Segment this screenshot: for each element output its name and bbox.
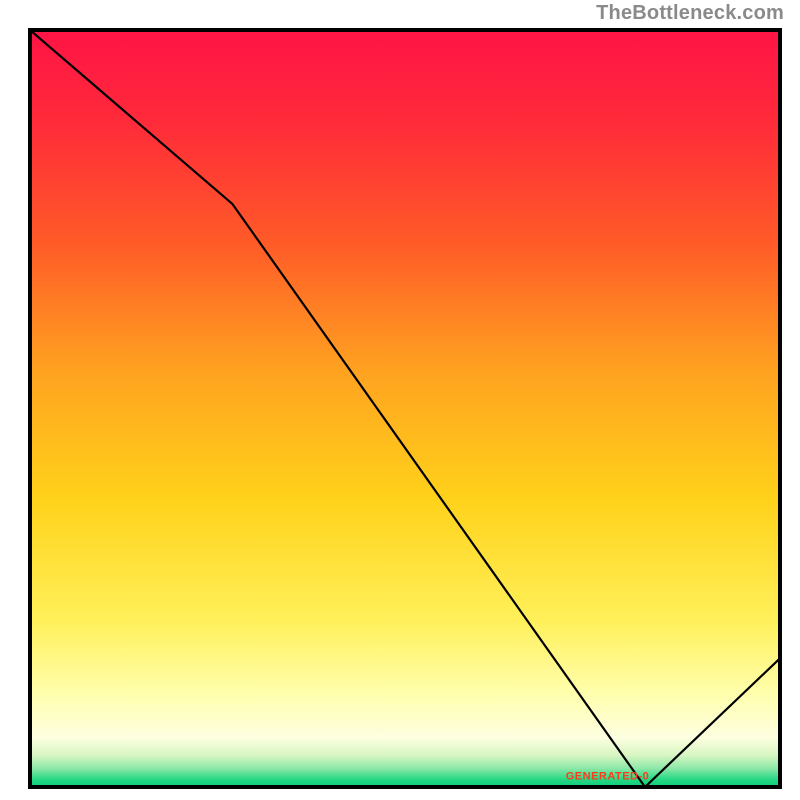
annotation-label: GENERATED-0	[566, 770, 650, 782]
chart-stage: TheBottleneck.com GENERATED-0	[0, 0, 800, 800]
chart-svg: GENERATED-0	[0, 0, 800, 800]
watermark-text: TheBottleneck.com	[596, 2, 784, 25]
plot-background	[30, 30, 780, 787]
